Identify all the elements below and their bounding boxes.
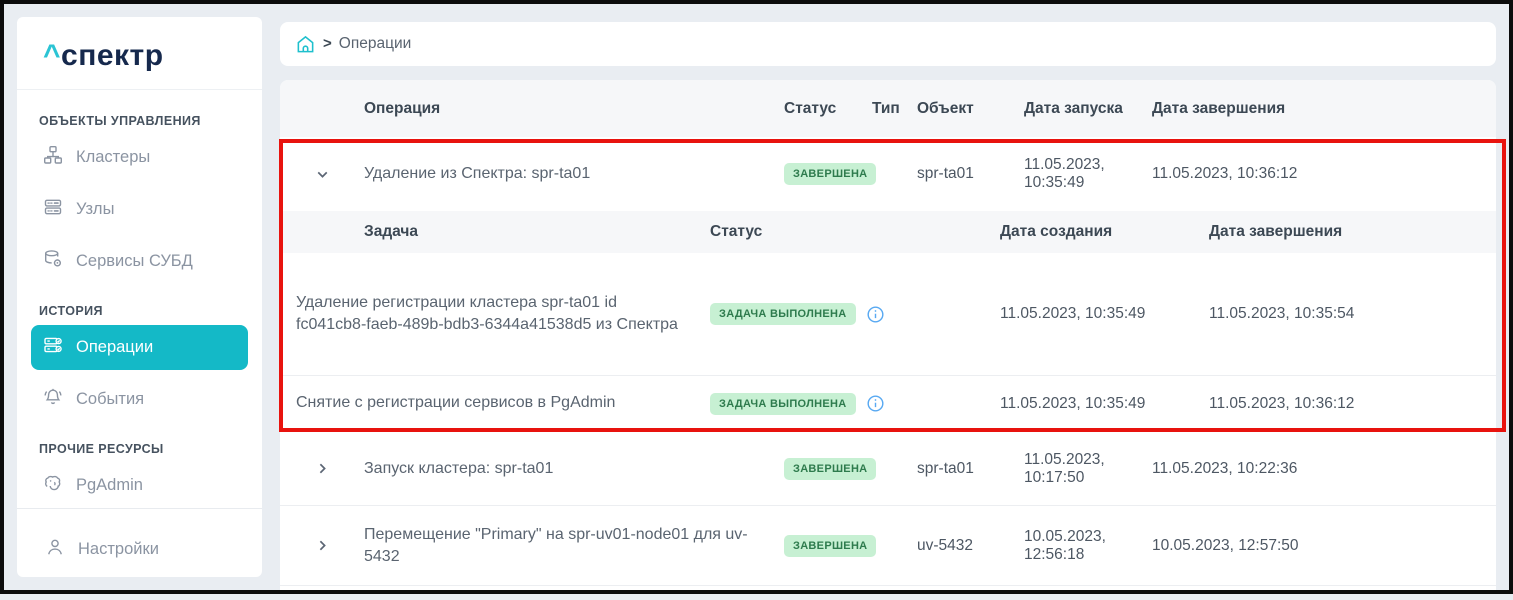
operation-end: 10.05.2023, 12:57:50: [1152, 537, 1496, 555]
sidebar-item-clusters[interactable]: Кластеры: [31, 135, 248, 180]
col-header-task-end: Дата завершения: [1209, 223, 1496, 241]
operation-start: 10.05.2023, 12:56:18: [1024, 528, 1152, 564]
breadcrumb: > Операции: [280, 22, 1496, 66]
pgadmin-elephant-icon: [43, 473, 63, 498]
col-header-end: Дата завершения: [1152, 100, 1496, 118]
sidebar-item-nodes[interactable]: Узлы: [31, 187, 248, 232]
status-badge: ЗАВЕРШЕНА: [784, 163, 876, 185]
sidebar-item-db-services[interactable]: Сервисы СУБД: [31, 239, 248, 284]
col-header-task-created: Дата создания: [1000, 223, 1209, 241]
sidebar-item-label: Кластеры: [76, 148, 150, 167]
operation-object: uv-5432: [917, 537, 1024, 555]
sidebar-nav: ОБЪЕКТЫ УПРАВЛЕНИЯ Кластеры Узлы Сервисы…: [17, 90, 262, 508]
operation-object: spr-ta01: [917, 165, 1024, 183]
info-icon[interactable]: [866, 394, 885, 413]
chevron-right-icon[interactable]: [314, 537, 331, 554]
sidebar: ^спектр ОБЪЕКТЫ УПРАВЛЕНИЯ Кластеры Узлы…: [17, 17, 262, 577]
table-header-row: Операция Статус Тип Объект Дата запуска …: [280, 80, 1496, 137]
events-icon: [43, 387, 63, 412]
status-badge: ЗАДАЧА ВЫПОЛНЕНА: [710, 303, 856, 325]
col-header-operation: Операция: [364, 100, 784, 118]
operation-end: 11.05.2023, 10:36:12: [1152, 165, 1496, 183]
sidebar-item-label: Сервисы СУБД: [76, 252, 193, 271]
sidebar-item-label: Настройки: [78, 540, 159, 559]
status-badge: ЗАВЕРШЕНА: [784, 535, 876, 557]
col-header-task: Задача: [280, 223, 710, 241]
chevron-right-icon[interactable]: [314, 460, 331, 477]
section-title-objects: ОБЪЕКТЫ УПРАВЛЕНИЯ: [39, 114, 240, 128]
operation-name: Удаление из Спектра: spr-ta01: [364, 163, 784, 185]
sidebar-item-settings[interactable]: Настройки: [43, 529, 236, 570]
sidebar-footer: Настройки: [17, 508, 262, 600]
col-header-type: Тип: [872, 100, 917, 118]
tasks-header-row: Задача Статус Дата создания Дата заверше…: [280, 211, 1496, 253]
section-title-other-resources: ПРОЧИЕ РЕСУРСЫ: [39, 442, 240, 456]
col-header-task-status: Статус: [710, 223, 1000, 241]
home-icon[interactable]: [295, 34, 316, 55]
db-services-icon: [43, 249, 63, 274]
sidebar-item-label: PgAdmin: [76, 476, 143, 495]
operation-start: 11.05.2023, 10:35:49: [1024, 156, 1152, 192]
operation-name: Перемещение "Primary" на spr-uv01-node01…: [364, 524, 784, 567]
task-name: Удаление регистрации кластера spr-ta01 i…: [280, 278, 710, 351]
chevron-down-icon[interactable]: [314, 166, 331, 183]
user-icon: [45, 537, 65, 562]
logo-caret: ^: [43, 39, 61, 72]
breadcrumb-separator: >: [323, 35, 332, 52]
task-row: Удаление регистрации кластера spr-ta01 i…: [280, 253, 1496, 375]
operation-object: spr-ta01: [917, 460, 1024, 478]
info-icon[interactable]: [866, 305, 885, 324]
operation-start: 11.05.2023, 10:17:50: [1024, 451, 1152, 487]
col-header-start: Дата запуска: [1024, 100, 1152, 118]
task-created: 11.05.2023, 10:35:49: [1000, 305, 1209, 323]
operations-table: Операция Статус Тип Объект Дата запуска …: [280, 80, 1496, 590]
task-row: Снятие с регистрации сервисов в PgAdmin …: [280, 375, 1496, 431]
sidebar-item-operations[interactable]: Операции: [31, 325, 248, 370]
col-header-object: Объект: [917, 100, 1024, 118]
task-end: 11.05.2023, 10:36:12: [1209, 395, 1496, 413]
sidebar-item-pgadmin[interactable]: PgAdmin: [31, 463, 248, 508]
sidebar-item-events[interactable]: События: [31, 377, 248, 422]
sidebar-item-label: Узлы: [76, 200, 114, 219]
sidebar-item-label: События: [76, 390, 144, 409]
task-name: Снятие с регистрации сервисов в PgAdmin: [280, 378, 710, 428]
nodes-icon: [43, 197, 63, 222]
task-created: 11.05.2023, 10:35:49: [1000, 395, 1209, 413]
table-row[interactable]: Удаление из Спектра: spr-ta01 ЗАВЕРШЕНА …: [280, 137, 1496, 211]
table-row[interactable]: Запуск кластера: spr-ta01 ЗАВЕРШЕНА spr-…: [280, 431, 1496, 505]
main-content: > Операции Операция Статус Тип Объект Да…: [280, 22, 1496, 590]
logo-wordmark: спектр: [61, 39, 164, 72]
section-title-history: ИСТОРИЯ: [39, 304, 240, 318]
clusters-icon: [43, 145, 63, 170]
table-row[interactable]: Перемещение "Primary" на spr-uv01-node01…: [280, 505, 1496, 585]
operation-name: Запуск кластера: spr-ta01: [364, 458, 784, 480]
col-header-status: Статус: [784, 100, 872, 118]
status-badge: ЗАВЕРШЕНА: [784, 458, 876, 480]
operation-end: 11.05.2023, 10:22:36: [1152, 460, 1496, 478]
sidebar-item-label: Операции: [76, 338, 153, 357]
operations-icon: [43, 335, 63, 360]
app-logo: ^спектр: [17, 17, 262, 90]
status-badge: ЗАДАЧА ВЫПОЛНЕНА: [710, 393, 856, 415]
breadcrumb-current: Операции: [339, 35, 412, 53]
task-end: 11.05.2023, 10:35:54: [1209, 305, 1496, 323]
